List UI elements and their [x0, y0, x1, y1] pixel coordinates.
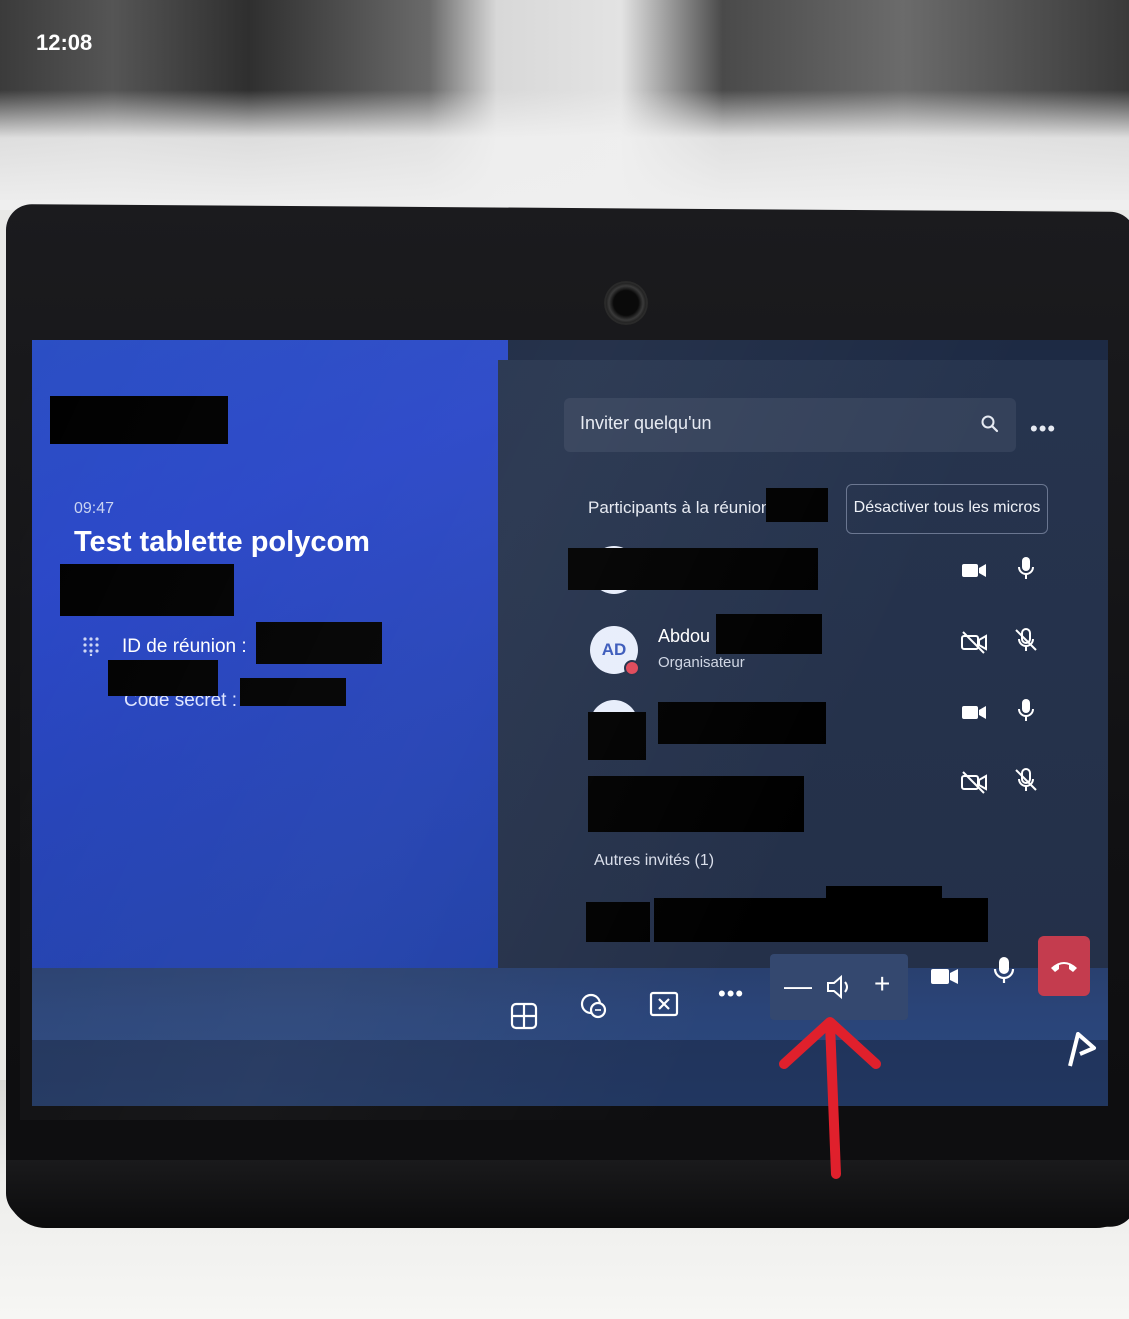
redacted-block [766, 488, 828, 522]
meeting-id-label: ID de réunion : [122, 636, 247, 657]
redacted-block [826, 886, 942, 902]
redacted-block [108, 660, 218, 696]
presence-busy-dot [624, 660, 640, 676]
participant-role: Organisateur [658, 654, 745, 671]
toolbar-more-button[interactable]: ••• [718, 983, 744, 1005]
invite-search-field[interactable]: Inviter quelqu'un [564, 398, 1016, 452]
redacted-block [50, 396, 228, 444]
volume-icon [827, 974, 848, 1000]
other-guests-label: Autres invités (1) [594, 852, 715, 869]
participant-name: Abdou [658, 626, 711, 646]
dialpad-icon [83, 637, 99, 656]
microphone-off-icon[interactable] [1012, 626, 1040, 654]
microphone-on-icon[interactable] [1012, 554, 1040, 582]
clock: 12:08 [36, 30, 93, 55]
redacted-block [586, 902, 650, 942]
hang-up-icon [1051, 962, 1077, 972]
meeting-title: Test tablette polycom [74, 526, 370, 558]
redacted-block [240, 678, 346, 706]
redacted-block [588, 712, 646, 760]
redacted-block [568, 548, 818, 590]
hang-up-button[interactable] [1038, 936, 1090, 996]
meeting-start-time: 09:47 [74, 500, 115, 517]
video-off-icon[interactable] [960, 768, 988, 796]
toolbar-shade [32, 1040, 1108, 1106]
front-camera [604, 281, 648, 325]
annotation-arrow-icon [779, 1017, 881, 1179]
background-wall [0, 90, 1129, 210]
redacted-block [654, 898, 988, 942]
participants-label: Participants à la réunion [588, 498, 771, 517]
mute-all-button[interactable]: Désactiver tous les micros [846, 484, 1048, 534]
redacted-block [588, 776, 804, 832]
roster-more-button[interactable]: ••• [1030, 418, 1056, 440]
volume-down-button[interactable]: — [784, 972, 812, 1000]
video-on-icon[interactable] [960, 698, 988, 726]
search-icon[interactable] [980, 414, 1000, 434]
participants-panel [498, 360, 1108, 980]
microphone-icon[interactable] [988, 954, 1020, 986]
redacted-block [658, 702, 826, 744]
redacted-block [256, 622, 382, 664]
close-panel-icon[interactable] [648, 988, 680, 1020]
video-off-icon[interactable] [960, 628, 988, 656]
redacted-block [716, 614, 822, 654]
redacted-block [60, 564, 234, 616]
camera-icon[interactable] [928, 960, 960, 992]
tablet-bezel-bottom [6, 1160, 1129, 1228]
microphone-off-icon[interactable] [1012, 766, 1040, 794]
photo-scene: 12:08 09:47 Test tablette polycom ID de … [0, 0, 1129, 1319]
invite-placeholder: Inviter quelqu'un [580, 413, 712, 433]
layout-icon[interactable] [508, 1000, 540, 1032]
volume-up-button[interactable]: + [874, 970, 890, 998]
video-on-icon[interactable] [960, 556, 988, 584]
share-content-icon[interactable] [578, 990, 610, 1022]
microphone-on-icon[interactable] [1012, 696, 1040, 724]
poly-logo-icon [1068, 1032, 1096, 1067]
